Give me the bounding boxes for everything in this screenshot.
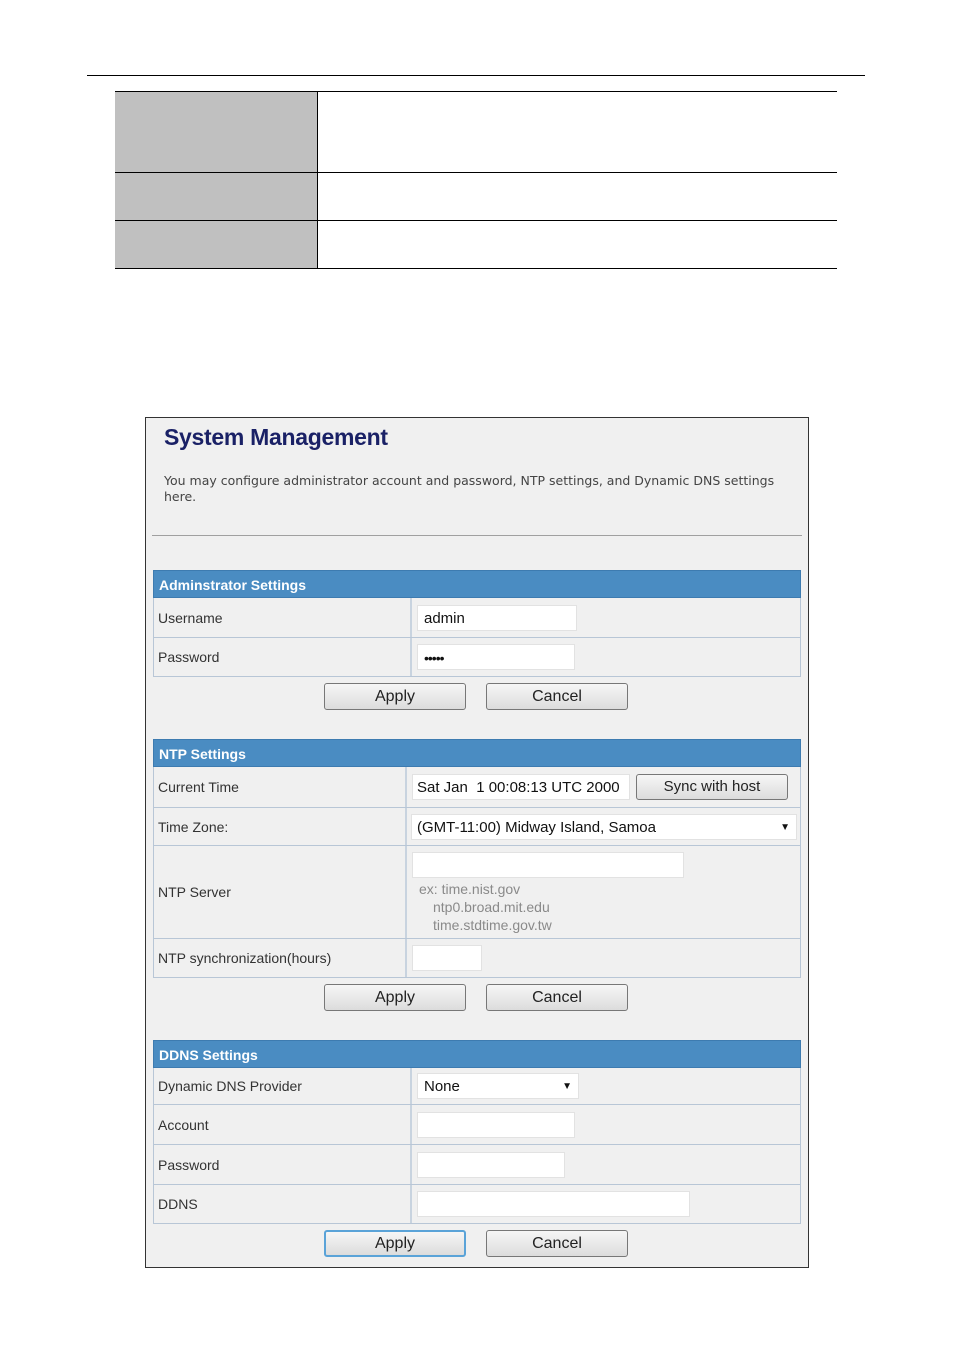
table-cell-label [115, 220, 318, 269]
ddns-hostname-input[interactable] [417, 1191, 690, 1217]
apply-button[interactable]: Apply [324, 1230, 466, 1257]
table-row [115, 91, 837, 173]
ntp-sync-hours-label: NTP synchronization(hours) [154, 939, 407, 977]
ntp-server-label: NTP Server [154, 846, 407, 938]
ddns-settings-section: DDNS Settings Dynamic DNS Provider None … [153, 1040, 801, 1264]
apply-button[interactable]: Apply [324, 984, 466, 1011]
ddns-provider-select[interactable]: None ▼ [417, 1073, 579, 1099]
username-row: Username admin [153, 598, 801, 638]
ntp-server-row: NTP Server ex: time.nist.gov ntp0.broad.… [153, 846, 801, 939]
table-row [115, 220, 837, 269]
username-label: Username [154, 598, 412, 637]
password-input[interactable]: ••••• [417, 644, 575, 670]
ddns-provider-value: None [424, 1078, 460, 1095]
ntp-settings-section: NTP Settings Current Time Sat Jan 1 00:0… [153, 739, 801, 1018]
divider [152, 535, 802, 536]
table-cell-value [317, 172, 837, 221]
section-header: DDNS Settings [153, 1040, 801, 1068]
ddns-button-row: Apply Cancel [153, 1224, 801, 1264]
ntp-sync-hours-row: NTP synchronization(hours) [153, 939, 801, 978]
page-description: You may configure administrator account … [164, 473, 775, 504]
apply-button[interactable]: Apply [324, 683, 466, 710]
ddns-provider-label: Dynamic DNS Provider [154, 1068, 412, 1104]
page-header-rule [87, 75, 865, 76]
table-row [115, 172, 837, 221]
ddns-provider-row: Dynamic DNS Provider None ▼ [153, 1068, 801, 1105]
time-zone-value: (GMT-11:00) Midway Island, Samoa [417, 818, 656, 836]
cancel-button[interactable]: Cancel [486, 683, 628, 710]
ntp-sync-hours-input[interactable] [412, 945, 482, 971]
section-header: Adminstrator Settings [153, 570, 801, 598]
time-zone-row: Time Zone: (GMT-11:00) Midway Island, Sa… [153, 808, 801, 846]
ntp-server-hint: ex: time.nist.gov [419, 881, 521, 897]
current-time-value: Sat Jan 1 00:08:13 UTC 2000 [412, 774, 630, 800]
ddns-hostname-label: DDNS [154, 1185, 412, 1223]
admin-settings-section: Adminstrator Settings Username admin Pas… [153, 570, 801, 717]
password-row: Password ••••• [153, 638, 801, 677]
ddns-password-label: Password [154, 1145, 412, 1184]
ntp-server-hint: time.stdtime.gov.tw [433, 917, 552, 933]
sync-with-host-button[interactable]: Sync with host [636, 774, 788, 800]
ntp-server-input[interactable] [412, 852, 684, 878]
ntp-button-row: Apply Cancel [153, 978, 801, 1018]
table-cell-label [115, 91, 318, 173]
ddns-account-label: Account [154, 1105, 412, 1144]
current-time-label: Current Time [154, 767, 407, 807]
table-cell-value [317, 91, 837, 173]
ddns-password-row: Password [153, 1145, 801, 1185]
cancel-button[interactable]: Cancel [486, 984, 628, 1011]
table-cell-label [115, 172, 318, 221]
cancel-button[interactable]: Cancel [486, 1230, 628, 1257]
ddns-password-input[interactable] [417, 1151, 565, 1178]
time-zone-select[interactable]: (GMT-11:00) Midway Island, Samoa ▼ [411, 813, 797, 840]
time-zone-label: Time Zone: [154, 808, 407, 845]
section-header: NTP Settings [153, 739, 801, 767]
page-title: System Management [164, 424, 388, 450]
chevron-down-icon: ▼ [780, 821, 790, 833]
table-cell-value [317, 220, 837, 269]
chevron-down-icon: ▼ [562, 1081, 572, 1092]
ddns-hostname-row: DDNS [153, 1185, 801, 1224]
current-time-row: Current Time Sat Jan 1 00:08:13 UTC 2000… [153, 767, 801, 808]
ntp-server-hint: ntp0.broad.mit.edu [433, 899, 550, 915]
password-label: Password [154, 638, 412, 676]
system-management-panel: System Management You may configure admi… [145, 417, 809, 1268]
ddns-account-row: Account [153, 1105, 801, 1145]
document-table [115, 91, 837, 269]
username-input[interactable]: admin [417, 604, 577, 631]
ddns-account-input[interactable] [417, 1111, 575, 1138]
admin-button-row: Apply Cancel [153, 677, 801, 717]
